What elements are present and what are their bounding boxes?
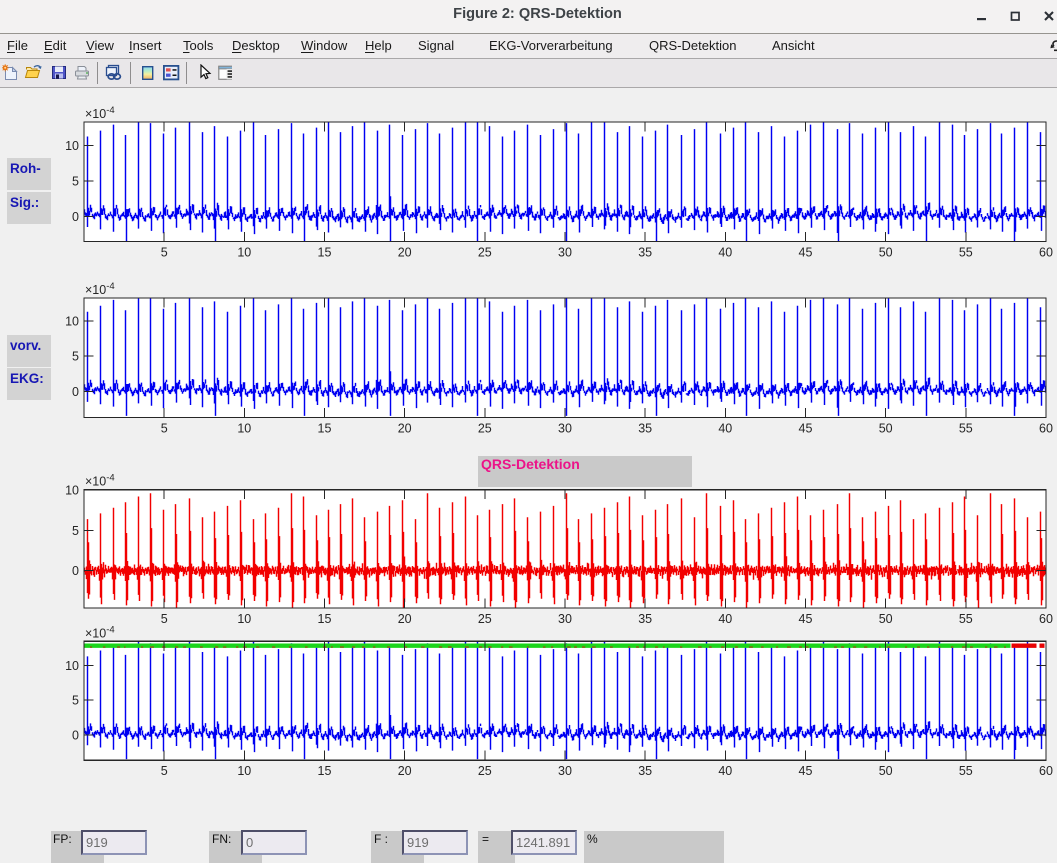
svg-text:10: 10: [65, 139, 79, 153]
svg-text:15: 15: [318, 245, 332, 259]
svg-text:55: 55: [959, 245, 973, 259]
svg-text:45: 45: [799, 245, 813, 259]
svg-text:5: 5: [161, 764, 168, 778]
svg-text:20: 20: [398, 421, 412, 435]
svg-text:35: 35: [638, 612, 652, 626]
svg-text:0: 0: [72, 564, 79, 578]
svg-text:30: 30: [558, 245, 572, 259]
svg-text:10: 10: [237, 612, 251, 626]
svg-text:0: 0: [72, 210, 79, 224]
svg-text:5: 5: [72, 524, 79, 538]
svg-text:40: 40: [718, 245, 732, 259]
svg-text:×10-4: ×10-4: [85, 473, 115, 489]
svg-text:35: 35: [638, 245, 652, 259]
svg-text:0: 0: [72, 728, 79, 742]
svg-text:20: 20: [398, 764, 412, 778]
svg-text:35: 35: [638, 421, 652, 435]
svg-text:25: 25: [478, 421, 492, 435]
svg-text:40: 40: [718, 612, 732, 626]
svg-text:20: 20: [398, 245, 412, 259]
svg-text:60: 60: [1039, 245, 1053, 259]
svg-text:55: 55: [959, 612, 973, 626]
svg-text:60: 60: [1039, 764, 1053, 778]
svg-text:5: 5: [161, 612, 168, 626]
svg-text:50: 50: [879, 764, 893, 778]
svg-text:50: 50: [879, 245, 893, 259]
svg-text:10: 10: [65, 314, 79, 328]
svg-text:10: 10: [65, 659, 79, 673]
svg-text:40: 40: [718, 764, 732, 778]
svg-text:15: 15: [318, 421, 332, 435]
svg-text:0: 0: [72, 385, 79, 399]
svg-text:35: 35: [638, 764, 652, 778]
svg-text:25: 25: [478, 612, 492, 626]
svg-text:55: 55: [959, 764, 973, 778]
svg-text:40: 40: [718, 421, 732, 435]
svg-text:25: 25: [478, 764, 492, 778]
svg-text:25: 25: [478, 245, 492, 259]
svg-text:55: 55: [959, 421, 973, 435]
svg-text:10: 10: [237, 245, 251, 259]
svg-text:5: 5: [161, 421, 168, 435]
svg-text:5: 5: [72, 694, 79, 708]
svg-text:60: 60: [1039, 421, 1053, 435]
svg-text:45: 45: [799, 421, 813, 435]
svg-text:5: 5: [72, 175, 79, 189]
svg-text:×10-4: ×10-4: [85, 105, 115, 121]
svg-text:×10-4: ×10-4: [85, 281, 115, 297]
svg-text:45: 45: [799, 764, 813, 778]
svg-text:30: 30: [558, 764, 572, 778]
svg-text:30: 30: [558, 612, 572, 626]
svg-text:5: 5: [161, 245, 168, 259]
svg-text:50: 50: [879, 421, 893, 435]
svg-text:20: 20: [398, 612, 412, 626]
svg-text:60: 60: [1039, 612, 1053, 626]
svg-text:10: 10: [237, 764, 251, 778]
svg-text:10: 10: [65, 484, 79, 498]
svg-text:15: 15: [318, 764, 332, 778]
svg-text:10: 10: [237, 421, 251, 435]
svg-text:×10-4: ×10-4: [85, 624, 115, 640]
svg-text:50: 50: [879, 612, 893, 626]
svg-text:15: 15: [318, 612, 332, 626]
svg-text:30: 30: [558, 421, 572, 435]
svg-text:45: 45: [799, 612, 813, 626]
svg-text:5: 5: [72, 350, 79, 364]
